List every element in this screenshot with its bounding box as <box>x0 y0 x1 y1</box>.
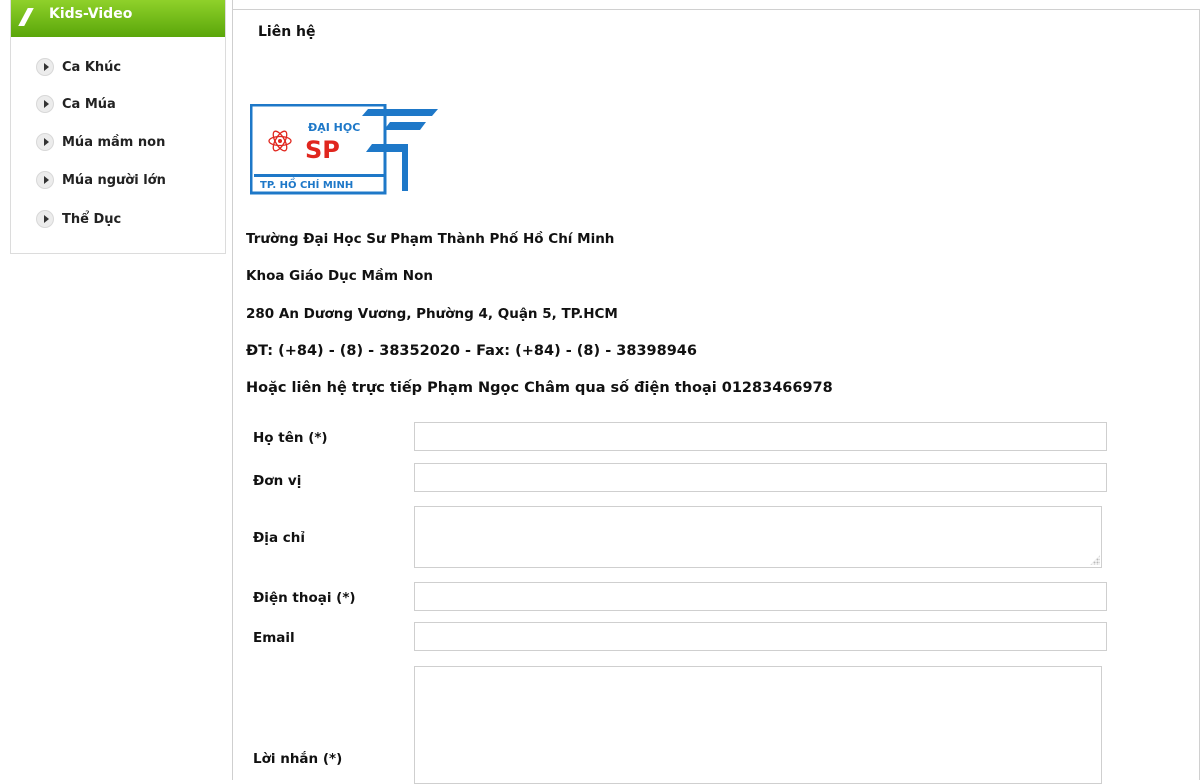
sidebar-item-ca-mua[interactable]: Ca Múa <box>36 93 116 115</box>
sidebar-item-mua-nguoi-lon[interactable]: Múa người lớn <box>36 169 166 191</box>
message-field[interactable] <box>414 666 1102 784</box>
name-label: Họ tên (*) <box>253 430 328 446</box>
address-label: Địa chỉ <box>253 530 305 546</box>
phone-fax-text: ĐT: (+84) - (8) - 38352020 - Fax: (+84) … <box>246 343 697 359</box>
arrow-right-icon <box>36 95 54 113</box>
unit-label: Đơn vị <box>253 473 302 489</box>
sidebar-item-label: Ca Múa <box>62 96 116 112</box>
sidebar-title: Kids-Video <box>49 6 133 22</box>
university-name: Trường Đại Học Sư Phạm Thành Phố Hồ Chí … <box>246 231 615 247</box>
phone-field[interactable] <box>414 582 1107 611</box>
arrow-right-icon <box>36 133 54 151</box>
sidebar: Kids-Video Ca Khúc Ca Múa Múa mầm non Mú… <box>10 0 226 254</box>
sidebar-item-label: Múa mầm non <box>62 134 166 150</box>
slash-icon <box>18 8 34 26</box>
sidebar-item-label: Thể Dục <box>62 211 122 227</box>
sidebar-item-ca-khuc[interactable]: Ca Khúc <box>36 56 121 78</box>
address-field[interactable] <box>414 506 1102 568</box>
arrow-right-icon <box>36 210 54 228</box>
arrow-right-icon <box>36 58 54 76</box>
email-label: Email <box>253 630 295 646</box>
sidebar-item-label: Múa người lớn <box>62 172 166 188</box>
sidebar-item-the-duc[interactable]: Thể Dục <box>36 208 121 230</box>
sidebar-item-label: Ca Khúc <box>62 59 122 75</box>
email-field[interactable] <box>414 622 1107 651</box>
name-field[interactable] <box>414 422 1107 451</box>
unit-field[interactable] <box>414 463 1107 492</box>
arrow-right-icon <box>36 171 54 189</box>
direct-contact-text: Hoặc liên hệ trực tiếp Phạm Ngọc Châm qu… <box>246 380 833 396</box>
message-label: Lời nhắn (*) <box>253 751 343 767</box>
page-title: Liên hệ <box>258 24 316 40</box>
logo-line2: SP <box>305 136 340 164</box>
divider <box>232 9 1200 10</box>
address-text: 280 An Dương Vương, Phường 4, Quận 5, TP… <box>246 306 618 322</box>
faculty-name: Khoa Giáo Dục Mầm Non <box>246 268 433 284</box>
sidebar-header: Kids-Video <box>11 0 225 37</box>
logo-line1: ĐẠI HỌC <box>308 121 360 134</box>
sidebar-item-mua-mam-non[interactable]: Múa mầm non <box>36 131 165 153</box>
phone-label: Điện thoại (*) <box>253 590 356 606</box>
divider <box>232 0 233 780</box>
university-logo: ĐẠI HỌC SP TP. HỒ CHÍ MINH <box>250 104 438 195</box>
